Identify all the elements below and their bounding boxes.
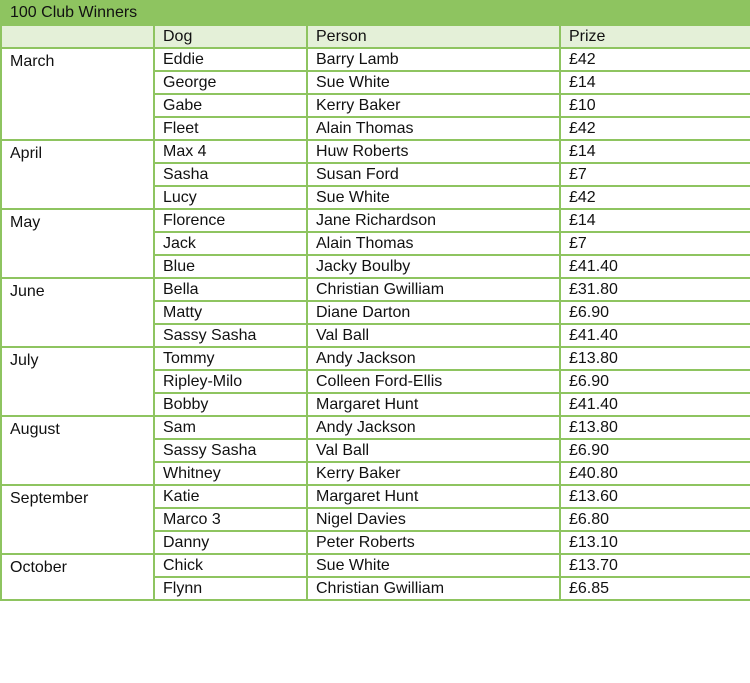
dog-cell: Gabe — [153, 93, 308, 118]
table-title: 100 Club Winners — [0, 0, 750, 26]
table-row: July Tommy Andy Jackson £13.80 — [0, 346, 750, 417]
person-cell: Jane Richardson — [306, 208, 561, 233]
person-cell: Colleen Ford-Ellis — [306, 369, 561, 394]
dog-cell: Sam — [153, 415, 308, 440]
prize-cell: £13.60 — [558, 484, 750, 509]
dog-cell: Bella — [153, 277, 308, 302]
winners-table: 100 Club Winners Dog Person Prize March E… — [0, 0, 750, 601]
prize-cell: £6.90 — [558, 300, 750, 325]
header-dog: Dog — [153, 24, 308, 49]
dog-cell: Max 4 — [153, 139, 308, 164]
prize-cell: £42 — [558, 47, 750, 72]
prize-cell: £13.80 — [558, 346, 750, 371]
prize-cell: £6.90 — [558, 369, 750, 394]
person-cell: Christian Gwilliam — [306, 277, 561, 302]
prize-cell: £40.80 — [558, 461, 750, 486]
person-cell: Huw Roberts — [306, 139, 561, 164]
dog-cell: Fleet — [153, 116, 308, 141]
person-cell: Jacky Boulby — [306, 254, 561, 279]
month-cell: April — [0, 139, 155, 210]
person-cell: Sue White — [306, 553, 561, 578]
prize-cell: £10 — [558, 93, 750, 118]
person-cell: Andy Jackson — [306, 415, 561, 440]
dog-cell: Sassy Sasha — [153, 438, 308, 463]
header-row: Dog Person Prize — [0, 24, 750, 49]
table-row: March Eddie Barry Lamb £42 — [0, 47, 750, 141]
person-cell: Peter Roberts — [306, 530, 561, 555]
person-cell: Margaret Hunt — [306, 392, 561, 417]
header-month-blank — [0, 24, 155, 49]
winners-table-body: 100 Club Winners Dog Person Prize March E… — [0, 0, 750, 601]
person-cell: Kerry Baker — [306, 461, 561, 486]
table-row: September Katie Margaret Hunt £13.60 — [0, 484, 750, 555]
dog-cell: Florence — [153, 208, 308, 233]
prize-cell: £41.40 — [558, 392, 750, 417]
prize-cell: £42 — [558, 116, 750, 141]
month-cell: September — [0, 484, 155, 555]
person-cell: Sue White — [306, 70, 561, 95]
month-cell: May — [0, 208, 155, 279]
prize-cell: £13.10 — [558, 530, 750, 555]
month-cell: June — [0, 277, 155, 348]
header-person: Person — [306, 24, 561, 49]
person-cell: Val Ball — [306, 438, 561, 463]
dog-cell: Jack — [153, 231, 308, 256]
person-cell: Margaret Hunt — [306, 484, 561, 509]
dog-cell: Whitney — [153, 461, 308, 486]
dog-cell: Sassy Sasha — [153, 323, 308, 348]
person-cell: Barry Lamb — [306, 47, 561, 72]
dog-cell: Tommy — [153, 346, 308, 371]
person-cell: Alain Thomas — [306, 231, 561, 256]
dog-cell: George — [153, 70, 308, 95]
month-cell: March — [0, 47, 155, 141]
dog-cell: Sasha — [153, 162, 308, 187]
person-cell: Alain Thomas — [306, 116, 561, 141]
person-cell: Val Ball — [306, 323, 561, 348]
prize-cell: £13.70 — [558, 553, 750, 578]
person-cell: Andy Jackson — [306, 346, 561, 371]
dog-cell: Danny — [153, 530, 308, 555]
dog-cell: Katie — [153, 484, 308, 509]
month-cell: July — [0, 346, 155, 417]
dog-cell: Eddie — [153, 47, 308, 72]
prize-cell: £31.80 — [558, 277, 750, 302]
person-cell: Kerry Baker — [306, 93, 561, 118]
table-row: June Bella Christian Gwilliam £31.80 — [0, 277, 750, 348]
table-row: April Max 4 Huw Roberts £14 — [0, 139, 750, 210]
dog-cell: Flynn — [153, 576, 308, 601]
prize-cell: £41.40 — [558, 254, 750, 279]
prize-cell: £14 — [558, 208, 750, 233]
prize-cell: £6.90 — [558, 438, 750, 463]
prize-cell: £13.80 — [558, 415, 750, 440]
prize-cell: £7 — [558, 162, 750, 187]
dog-cell: Bobby — [153, 392, 308, 417]
dog-cell: Chick — [153, 553, 308, 578]
table-row: October Chick Sue White £13.70 — [0, 553, 750, 601]
prize-cell: £14 — [558, 139, 750, 164]
person-cell: Diane Darton — [306, 300, 561, 325]
person-cell: Sue White — [306, 185, 561, 210]
prize-cell: £6.85 — [558, 576, 750, 601]
prize-cell: £14 — [558, 70, 750, 95]
dog-cell: Ripley-Milo — [153, 369, 308, 394]
header-prize: Prize — [558, 24, 750, 49]
table-row: May Florence Jane Richardson £14 — [0, 208, 750, 279]
dog-cell: Lucy — [153, 185, 308, 210]
table-row: August Sam Andy Jackson £13.80 — [0, 415, 750, 486]
prize-cell: £6.80 — [558, 507, 750, 532]
month-cell: October — [0, 553, 155, 601]
title-row: 100 Club Winners — [0, 0, 750, 26]
person-cell: Nigel Davies — [306, 507, 561, 532]
dog-cell: Marco 3 — [153, 507, 308, 532]
prize-cell: £41.40 — [558, 323, 750, 348]
dog-cell: Matty — [153, 300, 308, 325]
month-cell: August — [0, 415, 155, 486]
person-cell: Christian Gwilliam — [306, 576, 561, 601]
dog-cell: Blue — [153, 254, 308, 279]
person-cell: Susan Ford — [306, 162, 561, 187]
prize-cell: £42 — [558, 185, 750, 210]
prize-cell: £7 — [558, 231, 750, 256]
